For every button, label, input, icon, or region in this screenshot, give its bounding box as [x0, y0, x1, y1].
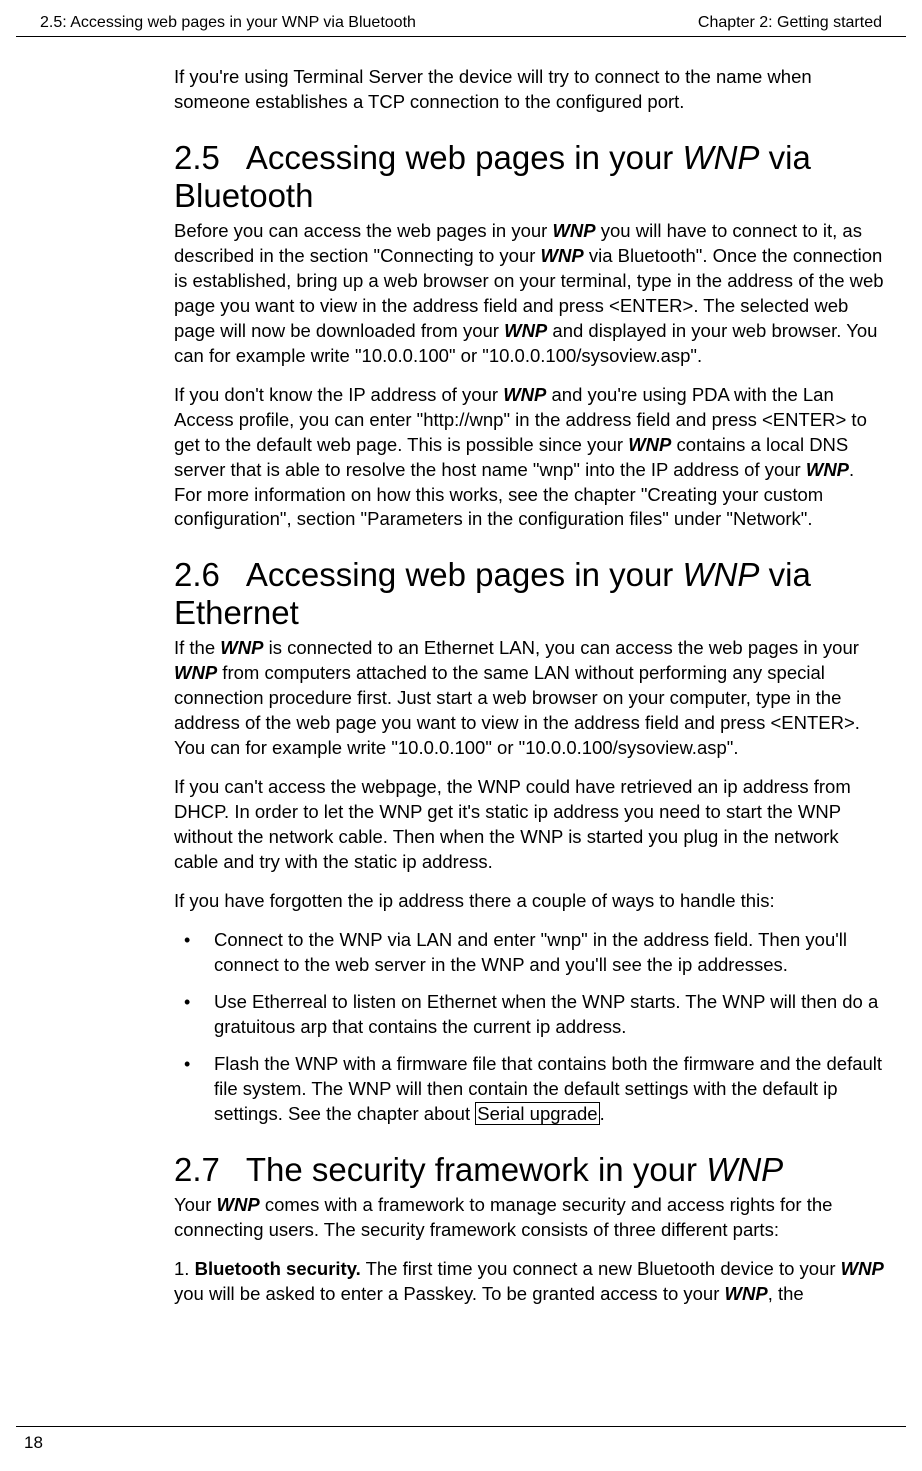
heading-text-italic: WNP	[682, 556, 759, 593]
header-left: 2.5: Accessing web pages in your WNP via…	[40, 14, 416, 32]
product-name: WNP	[725, 1283, 768, 1304]
body-paragraph: If you have forgotten the ip address the…	[174, 889, 886, 914]
section-number: 2.5	[174, 139, 220, 177]
intro-paragraph: If you're using Terminal Server the devi…	[174, 65, 886, 115]
list-item: Connect to the WNP via LAN and enter "wn…	[174, 928, 886, 978]
heading-text: The security framework in your	[246, 1151, 706, 1188]
product-name: WNP	[628, 434, 671, 455]
product-name: WNP	[220, 637, 263, 658]
page-header: 2.5: Accessing web pages in your WNP via…	[16, 0, 906, 37]
product-name: WNP	[504, 320, 547, 341]
product-name: WNP	[503, 384, 546, 405]
list-item: Use Etherreal to listen on Ethernet when…	[174, 990, 886, 1040]
product-name: WNP	[552, 220, 595, 241]
body-paragraph: If you don't know the IP address of your…	[174, 383, 886, 533]
body-paragraph: If the WNP is connected to an Ethernet L…	[174, 636, 886, 761]
section-2-5-heading: 2.5Accessing web pages in your WNP via B…	[174, 139, 886, 215]
header-right: Chapter 2: Getting started	[698, 14, 882, 32]
heading-text-italic: WNP	[682, 139, 759, 176]
serial-upgrade-link[interactable]: Serial upgrade	[475, 1102, 599, 1125]
bullet-list: Connect to the WNP via LAN and enter "wn…	[174, 928, 886, 1127]
section-number: 2.7	[174, 1151, 220, 1189]
body-paragraph: Before you can access the web pages in y…	[174, 219, 886, 369]
product-name: WNP	[841, 1258, 884, 1279]
product-name: WNP	[174, 662, 217, 683]
heading-text: Accessing web pages in your	[246, 556, 683, 593]
product-name: WNP	[806, 459, 849, 480]
main-content: If you're using Terminal Server the devi…	[0, 37, 922, 1307]
page-footer: 18	[16, 1426, 906, 1453]
list-item: Flash the WNP with a firmware file that …	[174, 1052, 886, 1127]
body-paragraph: If you can't access the webpage, the WNP…	[174, 775, 886, 875]
section-number: 2.6	[174, 556, 220, 594]
product-name: WNP	[541, 245, 584, 266]
product-name: WNP	[217, 1194, 260, 1215]
page-number: 18	[24, 1433, 43, 1452]
section-2-7-heading: 2.7 The security framework in your WNP	[174, 1151, 886, 1189]
inline-bold: Bluetooth security.	[195, 1258, 361, 1279]
body-paragraph: Your WNP comes with a framework to manag…	[174, 1193, 886, 1243]
heading-text-italic: WNP	[706, 1151, 783, 1188]
heading-text: Accessing web pages in your	[246, 139, 683, 176]
body-paragraph: 1. Bluetooth security. The first time yo…	[174, 1257, 886, 1307]
section-2-6-heading: 2.6Accessing web pages in your WNP via E…	[174, 556, 886, 632]
